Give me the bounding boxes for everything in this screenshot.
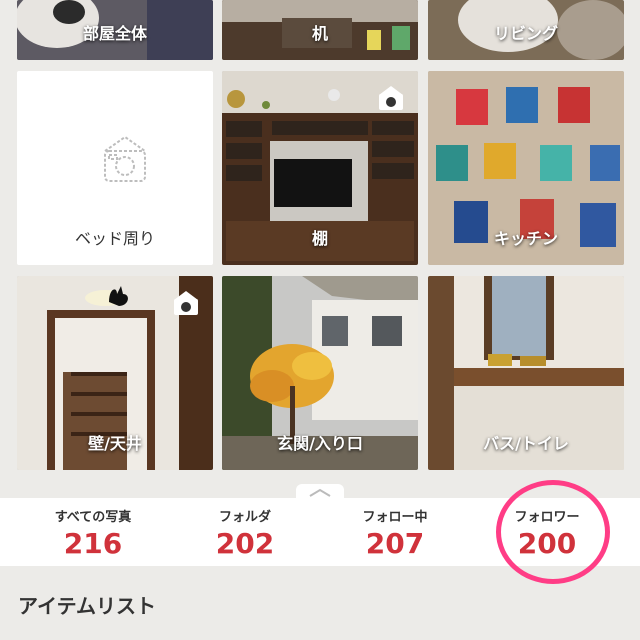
stat-following[interactable]: フォロー中 207: [320, 506, 470, 560]
folder-label: 玄関/入り口: [277, 434, 363, 453]
stat-label: フォルダ: [218, 510, 271, 525]
stat-value: 202: [215, 527, 275, 560]
folder-label: リビング: [493, 24, 558, 43]
folder-label: キッチン: [493, 229, 558, 248]
folder-label: 机: [311, 24, 328, 43]
camera-badge-icon: [379, 86, 403, 110]
stat-value: 207: [365, 527, 425, 560]
folder-tile-wall[interactable]: 壁/天井: [17, 276, 213, 470]
folder-tile-room[interactable]: 部屋全体: [17, 0, 213, 60]
folder-tile-shelf[interactable]: 棚: [222, 71, 418, 265]
folder-label: ベッド周り: [74, 229, 155, 248]
stat-folders[interactable]: フォルダ 202: [170, 506, 320, 560]
camera-badge-icon: [174, 291, 198, 315]
folder-tile-kitchen[interactable]: キッチン: [428, 71, 624, 265]
camera-house-icon: [104, 135, 146, 182]
folder-tile-bath[interactable]: バス/トイレ: [428, 276, 624, 470]
stat-all-photos[interactable]: すべての写真 216: [18, 506, 168, 560]
folder-tile-living[interactable]: リビング: [428, 0, 624, 60]
folder-label: 壁/天井: [88, 434, 142, 453]
folder-tile-desk[interactable]: 机: [222, 0, 418, 60]
folder-label: バス/トイレ: [483, 434, 569, 453]
folder-label: 部屋全体: [82, 24, 147, 43]
folder-tile-bedside[interactable]: ベッド周り: [17, 71, 213, 265]
stat-label: フォロー中: [362, 510, 428, 525]
highlight-circle: [496, 480, 610, 584]
folder-tile-entrance[interactable]: 玄関/入り口: [222, 276, 418, 470]
stat-label: すべての写真: [54, 510, 132, 525]
section-title: アイテムリスト: [18, 594, 156, 618]
stat-value: 216: [63, 527, 123, 560]
folder-label: 棚: [311, 229, 328, 248]
folder-grid: 部屋全体 机 リビング ベッド周り 棚 キッチン 壁/天井 玄関/入り口 バス/…: [0, 0, 640, 500]
